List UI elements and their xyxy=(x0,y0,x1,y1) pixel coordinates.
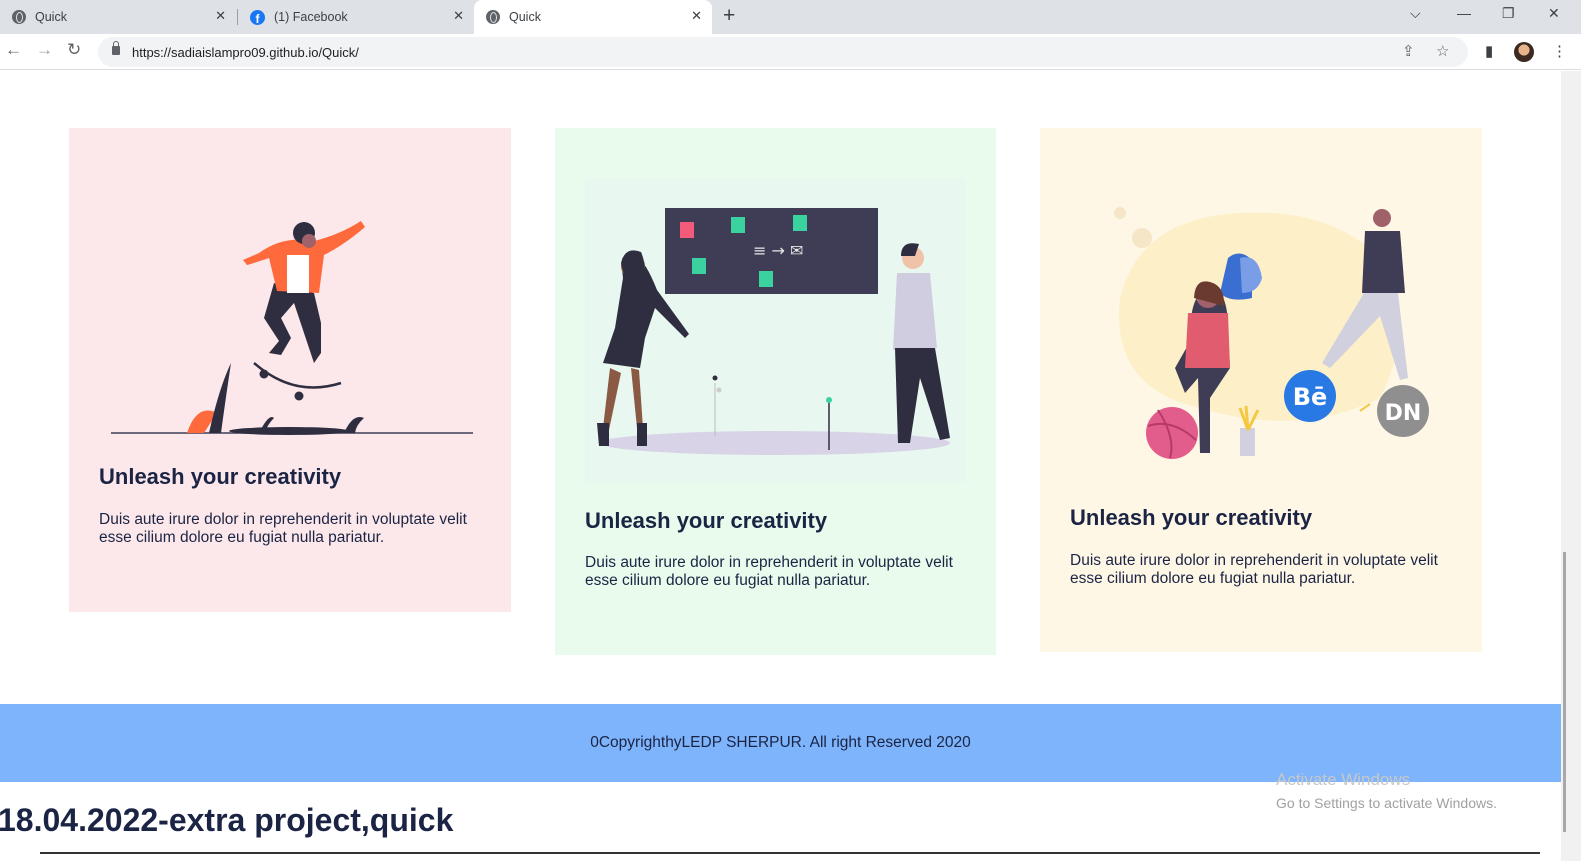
copyright-text: 0CopyrighthyLEDP SHERPUR. All right Rese… xyxy=(590,734,971,751)
share-icon[interactable]: ⇪ xyxy=(1402,42,1415,60)
card-title: Unleash your creativity xyxy=(585,508,828,533)
minimize-button[interactable]: — xyxy=(1457,5,1471,21)
card-text: Duis aute irure dolor in reprehenderit i… xyxy=(99,511,467,546)
divider xyxy=(40,852,1540,854)
menu-icon[interactable]: ⋮ xyxy=(1552,42,1567,60)
feature-card-2: ≡ → ✉ Unleash your creativity Duis aute … xyxy=(555,128,996,655)
close-icon[interactable]: ✕ xyxy=(691,8,702,24)
svg-text:≡ → ✉: ≡ → ✉ xyxy=(753,241,803,260)
avatar[interactable] xyxy=(1514,42,1534,62)
feature-card-3: Bē DN Unleash your creativity Duis aute … xyxy=(1040,128,1482,652)
activate-windows-watermark: Activate Windows xyxy=(1276,770,1411,789)
skateboarder-illustration xyxy=(111,221,473,435)
back-button[interactable]: ← xyxy=(5,40,22,60)
close-window-button[interactable]: ✕ xyxy=(1548,5,1560,22)
tab-search-icon[interactable]: ⌵ xyxy=(1410,5,1421,22)
dribbble-news-badge: DN xyxy=(1385,401,1422,426)
feature-card-1: Unleash your creativity Duis aute irure … xyxy=(69,128,511,612)
scrollbar-thumb[interactable] xyxy=(1563,552,1566,832)
close-icon[interactable]: ✕ xyxy=(215,8,226,24)
lock-icon[interactable] xyxy=(112,41,120,55)
globe-icon xyxy=(12,10,26,24)
side-panel-icon[interactable]: ▮ xyxy=(1485,42,1493,60)
forward-button[interactable]: → xyxy=(36,40,53,60)
tab-quick-1[interactable]: Quick ✕ xyxy=(0,0,236,34)
social-icons-illustration: Bē DN xyxy=(1114,207,1429,459)
new-tab-button[interactable]: + xyxy=(723,4,735,28)
behance-badge: Bē xyxy=(1293,383,1328,411)
close-icon[interactable]: ✕ xyxy=(453,8,464,24)
globe-icon xyxy=(486,10,500,24)
tab-title: Quick xyxy=(509,10,541,24)
tab-quick-active[interactable]: Quick ✕ xyxy=(474,0,712,34)
card-title: Unleash your creativity xyxy=(1070,505,1313,530)
whiteboard-meeting-illustration: ≡ → ✉ xyxy=(585,178,965,483)
card-title: Unleash your creativity xyxy=(99,464,342,489)
address-bar[interactable]: https://sadiaislampro09.github.io/Quick/… xyxy=(98,37,1468,67)
card-text: Duis aute irure dolor in reprehenderit i… xyxy=(1070,552,1438,587)
facebook-icon: f xyxy=(250,9,265,25)
reload-button[interactable]: ↻ xyxy=(67,40,81,60)
browser-toolbar: ← → ↻ https://sadiaislampro09.github.io/… xyxy=(0,34,1581,70)
tab-strip: Quick ✕ f (1) Facebook ✕ Quick ✕ + ⌵ — ❐… xyxy=(0,0,1581,34)
url-text[interactable]: https://sadiaislampro09.github.io/Quick/ xyxy=(132,45,359,60)
restore-button[interactable]: ❐ xyxy=(1502,5,1515,22)
tab-title: Quick xyxy=(35,10,67,24)
tab-title: (1) Facebook xyxy=(274,10,348,24)
tab-facebook[interactable]: f (1) Facebook ✕ xyxy=(238,0,474,34)
bookmark-star-icon[interactable]: ☆ xyxy=(1436,42,1449,60)
activate-windows-hint: Go to Settings to activate Windows. xyxy=(1276,795,1497,811)
page-title: 18.04.2022-extra project,quick xyxy=(0,802,454,838)
card-text: Duis aute irure dolor in reprehenderit i… xyxy=(585,554,953,589)
